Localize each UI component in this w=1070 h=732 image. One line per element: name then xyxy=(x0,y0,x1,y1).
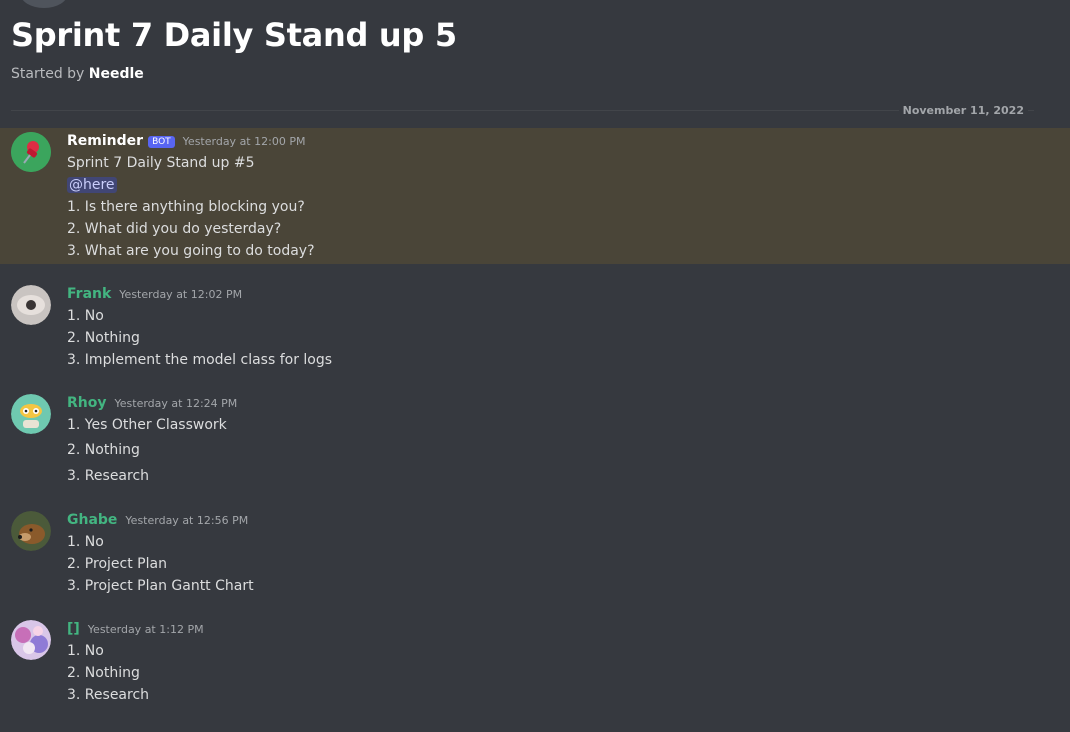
message-line: 3. Project Plan Gantt Chart xyxy=(67,578,254,594)
message-item[interactable]: Ghabe Yesterday at 12:56 PM 1. No 2. Pro… xyxy=(0,510,1070,600)
anime-avatar xyxy=(11,620,51,660)
message-header: Reminder BOT Yesterday at 12:00 PM xyxy=(67,133,305,149)
message-header: Ghabe Yesterday at 12:56 PM xyxy=(67,512,248,528)
message-line: 3. Implement the model class for logs xyxy=(67,352,333,368)
message-line: 1. No xyxy=(67,308,104,324)
message-item[interactable]: Reminder BOT Yesterday at 12:00 PM Sprin… xyxy=(0,128,1070,264)
message-line: 3. Research xyxy=(67,468,150,484)
timestamp[interactable]: Yesterday at 12:02 PM xyxy=(119,288,242,301)
thread-author[interactable]: Needle xyxy=(89,66,144,82)
message-item[interactable]: Frank Yesterday at 12:02 PM 1. No 2. Not… xyxy=(0,284,1070,374)
username[interactable]: [] xyxy=(67,621,80,637)
timestamp[interactable]: Yesterday at 12:56 PM xyxy=(125,514,248,527)
message-line: 1. Is there anything blocking you? xyxy=(67,199,305,215)
message-line: 2. Nothing xyxy=(67,442,140,458)
date-divider-label: November 11, 2022 xyxy=(898,104,1028,117)
bot-badge: BOT xyxy=(148,136,175,148)
thread-started-by: Started by Needle xyxy=(11,66,144,82)
message-line: 1. No xyxy=(67,534,104,550)
dog-avatar xyxy=(11,511,51,551)
avatar[interactable] xyxy=(11,394,51,434)
message-item[interactable]: Rhoy Yesterday at 12:24 PM 1. Yes Other … xyxy=(0,393,1070,489)
message-line: 1. Yes Other Classwork xyxy=(67,417,227,433)
thread-header-avatar xyxy=(20,0,68,8)
avatar[interactable] xyxy=(11,620,51,660)
thread-title: Sprint 7 Daily Stand up 5 xyxy=(11,16,457,54)
date-divider xyxy=(11,110,1034,111)
message-line: 2. Project Plan xyxy=(67,556,167,572)
cartoon-avatar xyxy=(11,394,51,434)
username[interactable]: Frank xyxy=(67,286,111,302)
username[interactable]: Reminder xyxy=(67,133,143,149)
message-line: 2. What did you do yesterday? xyxy=(67,221,282,237)
username[interactable]: Rhoy xyxy=(67,395,107,411)
message-line: 3. What are you going to do today? xyxy=(67,243,315,259)
message-line: 1. No xyxy=(67,643,104,659)
eye-avatar xyxy=(11,285,51,325)
started-by-label: Started by xyxy=(11,66,85,82)
message-line: @here xyxy=(67,177,117,193)
message-header: Frank Yesterday at 12:02 PM xyxy=(67,286,242,302)
message-header: [] Yesterday at 1:12 PM xyxy=(67,621,204,637)
message-line: 3. Research xyxy=(67,687,150,703)
message-item[interactable]: [] Yesterday at 1:12 PM 1. No 2. Nothing… xyxy=(0,619,1070,709)
message-header: Rhoy Yesterday at 12:24 PM xyxy=(67,395,237,411)
timestamp[interactable]: Yesterday at 1:12 PM xyxy=(88,623,204,636)
username[interactable]: Ghabe xyxy=(67,512,117,528)
avatar[interactable] xyxy=(11,511,51,551)
here-mention[interactable]: @here xyxy=(67,177,117,193)
pushpin-icon xyxy=(11,132,51,172)
message-line: Sprint 7 Daily Stand up #5 xyxy=(67,155,255,171)
avatar[interactable] xyxy=(11,132,51,172)
timestamp[interactable]: Yesterday at 12:00 PM xyxy=(183,135,306,148)
message-line: 2. Nothing xyxy=(67,665,140,681)
avatar[interactable] xyxy=(11,285,51,325)
message-line: 2. Nothing xyxy=(67,330,140,346)
timestamp[interactable]: Yesterday at 12:24 PM xyxy=(115,397,238,410)
